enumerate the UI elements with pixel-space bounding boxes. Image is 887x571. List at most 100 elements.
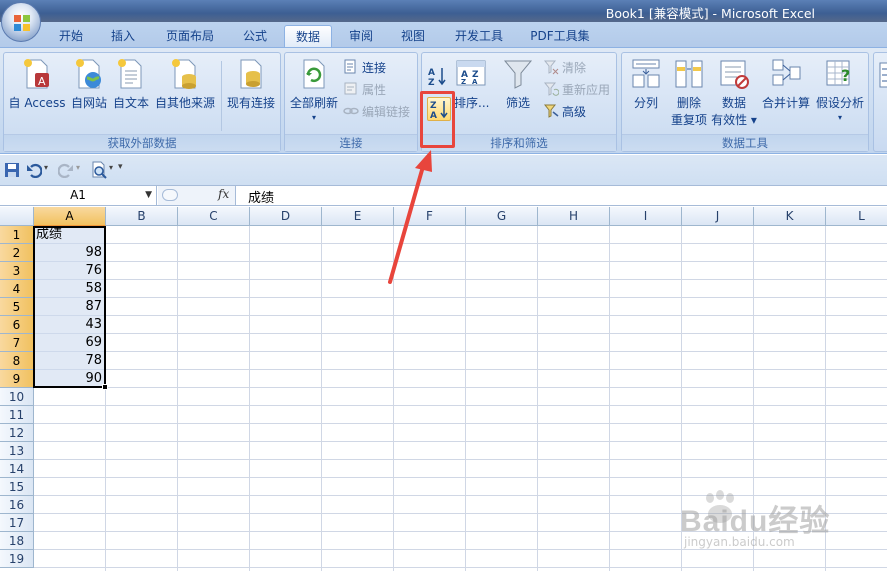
redo-icon[interactable] — [58, 162, 74, 178]
what-if-analysis-button[interactable]: ? 假设分析 ▾ — [814, 57, 866, 122]
consolidate-button[interactable]: 合并计算 — [760, 57, 812, 111]
tab-pdf-tools[interactable]: PDF工具集 — [524, 25, 596, 48]
tab-formulas[interactable]: 公式 — [234, 25, 276, 48]
tab-insert[interactable]: 插入 — [102, 25, 144, 48]
connections-label: 连接 — [362, 61, 387, 75]
row-header-8[interactable]: 8 — [0, 352, 34, 370]
redo-dropdown-arrow[interactable]: ▾ — [76, 163, 80, 172]
name-box[interactable]: A1 ▼ — [0, 186, 157, 205]
column-header-k[interactable]: K — [754, 207, 826, 226]
from-web-button[interactable]: 自网站 — [68, 57, 110, 111]
column-header-j[interactable]: J — [682, 207, 754, 226]
office-logo-icon — [14, 15, 30, 31]
gridline-column — [537, 226, 538, 571]
properties-button[interactable]: 属性 — [343, 81, 386, 99]
data-validation-icon — [720, 60, 749, 89]
reapply-button[interactable]: 重新应用 — [543, 81, 610, 99]
connections-button[interactable]: 连接 — [343, 59, 386, 77]
tab-review[interactable]: 审阅 — [340, 25, 382, 48]
filter-button[interactable]: 筛选 — [500, 57, 536, 111]
column-header-h[interactable]: H — [538, 207, 610, 226]
column-header-f[interactable]: F — [394, 207, 466, 226]
undo-icon[interactable] — [26, 162, 42, 178]
remove-duplicates-icon — [675, 60, 703, 88]
column-header-i[interactable]: I — [610, 207, 682, 226]
row-header-13[interactable]: 13 — [0, 442, 34, 460]
column-header-d[interactable]: D — [250, 207, 322, 226]
undo-dropdown-arrow[interactable]: ▾ — [44, 163, 48, 172]
cell-a6[interactable]: 43 — [36, 316, 102, 334]
tab-page-layout[interactable]: 页面布局 — [155, 25, 225, 48]
print-preview-icon[interactable] — [90, 161, 108, 179]
row-header-12[interactable]: 12 — [0, 424, 34, 442]
row-header-15[interactable]: 15 — [0, 478, 34, 496]
name-box-dropdown-icon[interactable]: ▼ — [145, 186, 152, 205]
group-external-data: A 自 Access 自网站 自文本 自其他来源 现有连接 获取外部数据 — [3, 52, 281, 152]
row-header-1[interactable]: 1 — [0, 226, 34, 244]
formula-resize-handle[interactable] — [162, 189, 178, 201]
cell-a4[interactable]: 58 — [36, 280, 102, 298]
column-header-l[interactable]: L — [826, 207, 887, 226]
row-header-2[interactable]: 2 — [0, 244, 34, 262]
row-header-14[interactable]: 14 — [0, 460, 34, 478]
row-header-6[interactable]: 6 — [0, 316, 34, 334]
column-header-g[interactable]: G — [466, 207, 538, 226]
save-icon[interactable] — [4, 162, 20, 178]
row-header-11[interactable]: 11 — [0, 406, 34, 424]
tab-data[interactable]: 数据 — [284, 25, 332, 48]
office-button[interactable] — [1, 2, 41, 42]
highlight-box — [420, 91, 455, 148]
customize-qat-button[interactable]: ▾ — [118, 162, 123, 172]
remove-duplicates-button[interactable]: 删除 重复项 — [668, 57, 710, 128]
sort-button[interactable]: AZZA 排序... — [454, 57, 489, 111]
row-header-5[interactable]: 5 — [0, 298, 34, 316]
cell-a8[interactable]: 78 — [36, 352, 102, 370]
from-other-sources-button[interactable]: 自其他来源 — [152, 57, 218, 111]
row-header-9[interactable]: 9 — [0, 370, 34, 388]
existing-connections-button[interactable]: 现有连接 — [224, 57, 278, 111]
insert-function-button[interactable]: fx — [218, 187, 229, 201]
clear-filter-button[interactable]: 清除 — [543, 59, 586, 77]
group-label-data-tools: 数据工具 — [622, 134, 868, 151]
sort-ascending-button[interactable]: AZ — [427, 65, 449, 88]
cell-a3[interactable]: 76 — [36, 262, 102, 280]
fill-handle[interactable] — [102, 384, 108, 390]
row-header-3[interactable]: 3 — [0, 262, 34, 280]
row-header-10[interactable]: 10 — [0, 388, 34, 406]
tab-home[interactable]: 开始 — [50, 25, 92, 48]
select-all-button[interactable] — [0, 207, 34, 226]
column-header-a[interactable]: A — [34, 207, 106, 226]
what-if-dropdown-arrow[interactable]: ▾ — [814, 113, 866, 122]
row-header-4[interactable]: 4 — [0, 280, 34, 298]
row-header-18[interactable]: 18 — [0, 532, 34, 550]
cell-a2[interactable]: 98 — [36, 244, 102, 262]
gridline-column — [321, 226, 322, 571]
column-header-b[interactable]: B — [106, 207, 178, 226]
cell-a9[interactable]: 90 — [36, 370, 102, 388]
from-text-button[interactable]: 自文本 — [110, 57, 152, 111]
row-header-7[interactable]: 7 — [0, 334, 34, 352]
data-validation-button[interactable]: 数据 有效性 ▾ — [710, 57, 758, 128]
print-preview-dropdown-arrow[interactable]: ▾ — [109, 163, 113, 172]
svg-text:A: A — [472, 78, 478, 86]
baidu-watermark: Baidu经验 jingyan.baidu.com — [680, 490, 880, 560]
refresh-all-button[interactable]: 全部刷新 ▾ — [288, 57, 340, 122]
row-header-17[interactable]: 17 — [0, 514, 34, 532]
refresh-dropdown-arrow[interactable]: ▾ — [288, 113, 340, 122]
text-to-columns-button[interactable]: 分列 — [626, 57, 666, 111]
cell-a1[interactable]: 成绩 — [36, 226, 106, 244]
gridline-column — [393, 226, 394, 571]
column-header-c[interactable]: C — [178, 207, 250, 226]
formula-input[interactable]: 成绩 — [248, 187, 274, 206]
cell-a7[interactable]: 69 — [36, 334, 102, 352]
from-access-button[interactable]: A 自 Access — [8, 57, 66, 111]
advanced-filter-button[interactable]: 高级 — [543, 103, 586, 121]
edit-links-button[interactable]: 编辑链接 — [343, 103, 410, 121]
cell-a5[interactable]: 87 — [36, 298, 102, 316]
row-header-19[interactable]: 19 — [0, 550, 34, 568]
svg-text:A: A — [428, 68, 435, 78]
column-header-e[interactable]: E — [322, 207, 394, 226]
row-header-16[interactable]: 16 — [0, 496, 34, 514]
tab-developer[interactable]: 开发工具 — [445, 25, 513, 48]
tab-view[interactable]: 视图 — [392, 25, 434, 48]
